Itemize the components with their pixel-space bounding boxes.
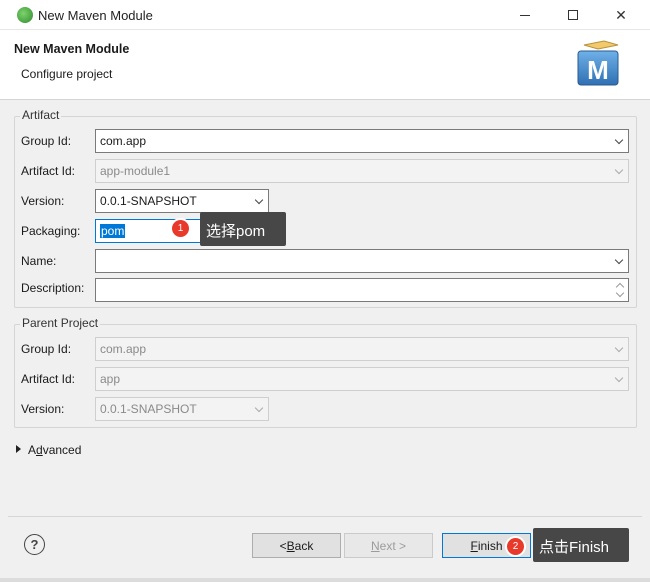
step-badge-2: 2 [507, 538, 524, 555]
help-icon[interactable]: ? [24, 534, 45, 555]
footer-separator [8, 516, 642, 517]
eclipse-app-icon [17, 7, 33, 23]
group-id-label: Group Id: [21, 134, 72, 148]
chevron-down-icon [612, 342, 626, 356]
minimize-button[interactable] [502, 0, 548, 30]
advanced-label-a: A [28, 443, 37, 457]
back-mnemonic: B [286, 538, 295, 553]
window-title: New Maven Module [38, 8, 153, 23]
version-combo[interactable]: 0.0.1-SNAPSHOT [95, 189, 269, 213]
description-textarea[interactable] [95, 278, 629, 302]
chevron-down-icon [612, 164, 626, 178]
maven-logo-letter: M [587, 55, 609, 85]
step-callout-2: 点击Finish [533, 528, 629, 562]
advanced-expand-icon[interactable] [16, 445, 21, 453]
wizard-header: New Maven Module Configure project M [0, 30, 650, 100]
name-combo[interactable] [95, 249, 629, 273]
finish-mnemonic: F [470, 538, 478, 553]
step-badge-1: 1 [172, 220, 189, 237]
scroll-arrows-icon[interactable] [614, 280, 626, 300]
packaging-value: pom [100, 224, 126, 238]
wizard-title: New Maven Module [14, 42, 130, 56]
parent-artifact-id-value: app [100, 372, 121, 386]
chevron-down-icon[interactable] [612, 134, 626, 148]
chevron-down-icon[interactable] [612, 254, 626, 268]
maven-logo-icon: M [577, 40, 619, 86]
parent-artifact-id-combo: app [95, 367, 629, 391]
version-value: 0.0.1-SNAPSHOT [100, 194, 197, 208]
close-button[interactable]: ✕ [598, 0, 644, 30]
version-label: Version: [21, 194, 65, 208]
maximize-icon [568, 10, 578, 20]
chevron-down-icon [612, 372, 626, 386]
parent-artifact-id-label: Artifact Id: [21, 372, 76, 386]
advanced-label-rest: vanced [42, 443, 82, 457]
maximize-button[interactable] [550, 0, 596, 30]
artifact-id-combo: app-module1 [95, 159, 629, 183]
advanced-label-mnemonic: d [36, 443, 43, 457]
parent-group-id-value: com.app [100, 342, 147, 356]
maven-module-dialog: New Maven Module ✕ New Maven Module Conf… [0, 0, 650, 582]
chevron-down-icon[interactable] [252, 194, 266, 208]
parent-group-id-combo: com.app [95, 337, 629, 361]
chevron-down-icon [252, 402, 266, 416]
finish-rest: inish [477, 538, 503, 553]
description-label: Description: [21, 281, 85, 295]
window-bottom-edge [0, 578, 650, 582]
title-bar: New Maven Module ✕ [0, 0, 650, 30]
back-prefix: < [279, 538, 287, 553]
artifact-id-label: Artifact Id: [21, 164, 76, 178]
packaging-label: Packaging: [21, 224, 81, 238]
parent-group-id-label: Group Id: [21, 342, 72, 356]
back-rest: ack [294, 538, 314, 553]
parent-version-value: 0.0.1-SNAPSHOT [100, 402, 197, 416]
advanced-section-toggle[interactable]: Advanced [28, 443, 81, 457]
back-button[interactable]: < Back [252, 533, 341, 558]
next-rest: ext > [379, 538, 407, 553]
next-button[interactable]: Next > [344, 533, 433, 558]
parent-version-combo: 0.0.1-SNAPSHOT [95, 397, 269, 421]
next-mnemonic: N [370, 538, 380, 553]
step-callout-1: 选择pom [200, 212, 286, 246]
artifact-legend: Artifact [20, 108, 62, 122]
artifact-id-value: app-module1 [100, 164, 171, 178]
group-id-combo[interactable]: com.app [95, 129, 629, 153]
parent-project-legend: Parent Project [20, 316, 101, 330]
minimize-icon [520, 14, 530, 16]
wizard-subtitle: Configure project [21, 67, 113, 81]
name-label: Name: [21, 254, 57, 268]
parent-version-label: Version: [21, 402, 65, 416]
group-id-value: com.app [100, 134, 147, 148]
